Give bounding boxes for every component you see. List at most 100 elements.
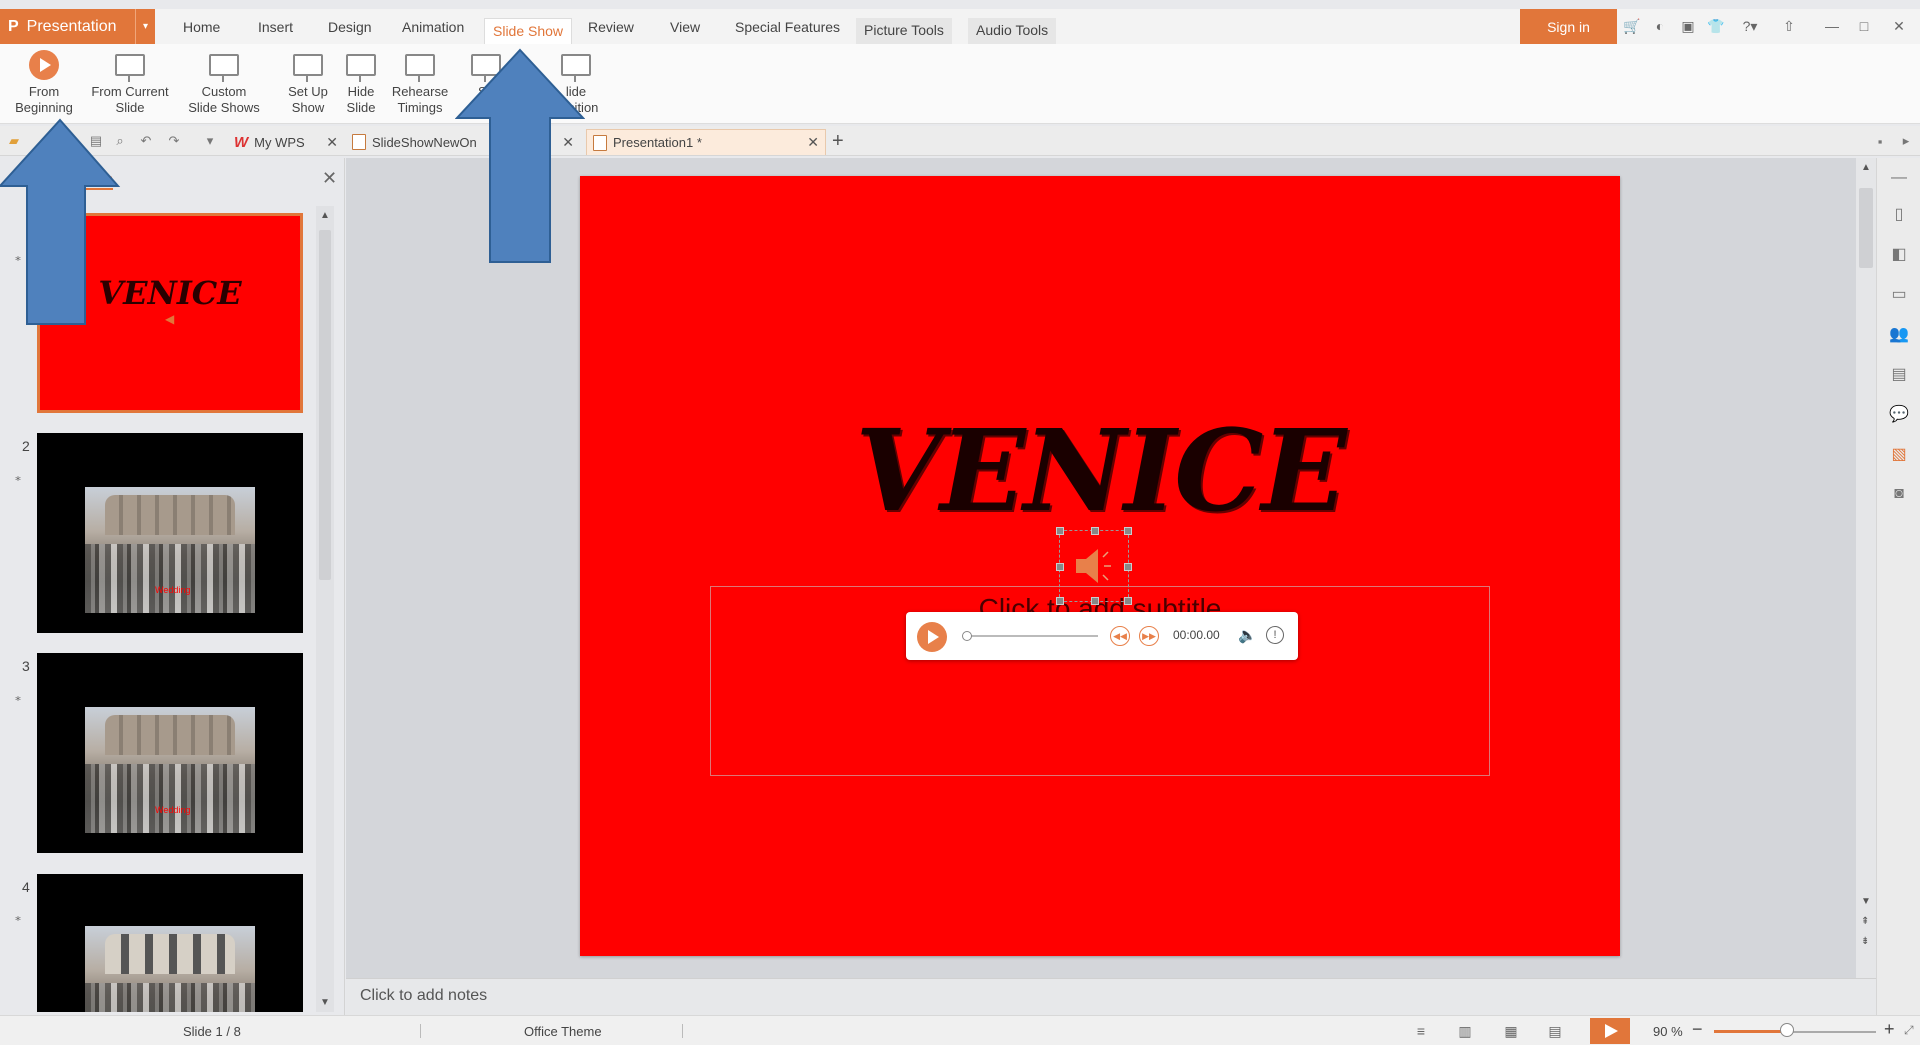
slide-thumbnail-4[interactable] [37, 874, 303, 1012]
tab-home[interactable]: Home [183, 19, 220, 35]
play-slideshow-button[interactable] [1590, 1018, 1630, 1044]
zoom-in-icon[interactable]: + [1884, 1019, 1895, 1040]
tab-presentation1[interactable]: Presentation1 * ✕ [586, 129, 826, 155]
shape-icon[interactable]: ◧ [1889, 244, 1909, 264]
sign-in-button[interactable]: Sign in [1520, 9, 1617, 44]
fit-window-icon[interactable]: ⤢ [1904, 1023, 1914, 1038]
shirt-icon[interactable]: 👕 [1707, 17, 1725, 35]
scroll-down-icon[interactable]: ▼ [1861, 896, 1871, 907]
panel-toggle-icon[interactable]: ▪ [1872, 133, 1888, 149]
from-beginning-button[interactable]: From Beginning [10, 50, 78, 116]
scroll-up-icon[interactable]: ▲ [1861, 162, 1871, 173]
template-panel-icon[interactable]: ▤ [1889, 364, 1909, 384]
scrollbar-thumb[interactable] [319, 230, 331, 580]
redo-icon[interactable]: ↷ [166, 133, 182, 149]
slide-thumbnail-3[interactable]: Wedding [37, 653, 303, 853]
close-icon[interactable]: ✕ [1890, 17, 1908, 35]
tab-animation[interactable]: Animation [402, 19, 464, 35]
maximize-icon[interactable]: □ [1855, 17, 1873, 35]
backup-icon[interactable]: ◙ [1889, 484, 1909, 504]
tab-special-features[interactable]: Special Features [735, 19, 840, 35]
fast-forward-icon[interactable]: ▶▶ [1139, 626, 1159, 646]
help-icon[interactable]: ?▾ [1737, 17, 1763, 35]
info-icon[interactable]: ! [1266, 626, 1284, 644]
normal-view-icon[interactable]: ▥ [1454, 1021, 1476, 1041]
scrollbar-thumb[interactable] [1859, 188, 1873, 268]
tab-view[interactable]: View [670, 19, 700, 35]
theme-name: Office Theme [524, 1024, 602, 1039]
app-menu-button[interactable]: P Presentation ▾ [0, 9, 155, 44]
slides-icon[interactable]: ▭ [1889, 284, 1909, 304]
customize-toolbar-icon[interactable]: ▾ [202, 133, 218, 149]
resize-handle[interactable] [1124, 527, 1132, 535]
rewind-icon[interactable]: ◀◀ [1110, 626, 1130, 646]
previous-slide-icon[interactable]: ⇞ [1861, 916, 1869, 927]
comment-icon[interactable]: 💬 [1889, 404, 1909, 424]
app-name: Presentation [26, 17, 117, 35]
new-document-icon[interactable]: ▯ [1889, 204, 1909, 224]
tab-audio-tools[interactable]: Audio Tools [968, 18, 1057, 44]
resize-handle[interactable] [1056, 527, 1064, 535]
animation-star-icon: ⁎ [15, 690, 21, 704]
status-bar: Slide 1 / 8 Office Theme ≡ ▥ ▦ ▤ 90 % − … [0, 1015, 1920, 1045]
scroll-down-icon[interactable]: ▼ [320, 997, 330, 1008]
zoom-out-icon[interactable]: − [1692, 1019, 1703, 1040]
users-icon[interactable]: 👥 [1889, 324, 1909, 344]
notes-toggle-icon[interactable]: ≡ [1410, 1021, 1432, 1041]
resize-handle[interactable] [1091, 527, 1099, 535]
close-tab-icon[interactable]: ✕ [326, 134, 338, 151]
share-icon[interactable]: ⇧ [1780, 17, 1798, 35]
progress-track[interactable] [966, 635, 1098, 637]
tab-insert[interactable]: Insert [258, 19, 293, 35]
tab-review[interactable]: Review [588, 19, 634, 35]
resize-handle[interactable] [1091, 597, 1099, 605]
slide-edit-area: VENICE Click to add subtitle ◀◀ ▶▶ 00:00… [346, 158, 1876, 978]
minimize-icon[interactable]: — [1823, 17, 1841, 35]
tab-picture-tools[interactable]: Picture Tools [856, 18, 952, 44]
audio-object[interactable] [1056, 527, 1132, 605]
scroll-up-icon[interactable]: ▲ [320, 210, 330, 221]
progress-knob[interactable] [962, 631, 972, 641]
slide-canvas[interactable]: VENICE Click to add subtitle ◀◀ ▶▶ 00:00… [580, 176, 1620, 956]
animation-star-icon: ⁎ [15, 470, 21, 484]
template-icon[interactable]: ▣ [1679, 17, 1697, 35]
tab-slide-show[interactable]: Slide Show [484, 18, 573, 44]
zoom-level[interactable]: 90 % [1653, 1024, 1683, 1039]
chevron-down-icon[interactable]: ▾ [135, 9, 155, 44]
next-slide-icon[interactable]: ⇟ [1861, 936, 1869, 947]
skin-icon[interactable]: ◐ [1651, 17, 1669, 35]
reading-view-icon[interactable]: ▤ [1544, 1021, 1566, 1041]
venice-photo [85, 926, 255, 1012]
annotation-arrow-up-icon [0, 118, 121, 325]
set-up-show-button[interactable]: Set Up Show [282, 50, 334, 116]
tab-my-wps[interactable]: W My WPS ✕ [228, 129, 344, 155]
resize-handle[interactable] [1056, 597, 1064, 605]
close-panel-icon[interactable]: ✕ [322, 168, 337, 189]
play-button[interactable] [917, 622, 947, 652]
hide-slide-button[interactable]: Hide Slide [340, 50, 382, 116]
options-icon[interactable]: ▸ [1898, 133, 1914, 149]
resize-handle[interactable] [1056, 563, 1064, 571]
slide-indicator: Slide 1 / 8 [183, 1024, 241, 1039]
from-current-slide-button[interactable]: From Current Slide [86, 50, 174, 116]
rehearse-timings-button[interactable]: Rehearse Timings [388, 50, 452, 116]
slide-sorter-icon[interactable]: ▦ [1500, 1021, 1522, 1041]
notes-pane[interactable]: Click to add notes [346, 978, 1876, 1015]
tab-design[interactable]: Design [328, 19, 372, 35]
close-tab-icon[interactable]: ✕ [807, 134, 819, 151]
new-tab-button[interactable]: + [832, 130, 844, 153]
cart-icon[interactable]: 🛒 [1623, 17, 1641, 35]
document-icon[interactable]: ▧ [1889, 444, 1909, 464]
vertical-scrollbar[interactable]: ▲ ▼ ⇞ ⇟ [1856, 158, 1876, 978]
zoom-slider-knob[interactable] [1779, 1023, 1794, 1037]
resize-handle[interactable] [1124, 563, 1132, 571]
document-tab-bar: ▰ ▤ ⌕ ↶ ↷ ▾ W My WPS ✕ SlideShowNewOn ✕ … [0, 126, 1920, 156]
thumbnail-scrollbar[interactable]: ▲ ▼ [316, 206, 334, 1012]
resize-handle[interactable] [1124, 597, 1132, 605]
slide-title[interactable]: VENICE [580, 406, 1620, 537]
volume-icon[interactable]: 🔈 [1238, 626, 1257, 644]
custom-slide-shows-button[interactable]: Custom Slide Shows [184, 50, 264, 116]
undo-icon[interactable]: ↶ [138, 133, 154, 149]
collapse-icon[interactable]: — [1889, 168, 1909, 188]
slide-thumbnail-2[interactable]: Wedding [37, 433, 303, 633]
